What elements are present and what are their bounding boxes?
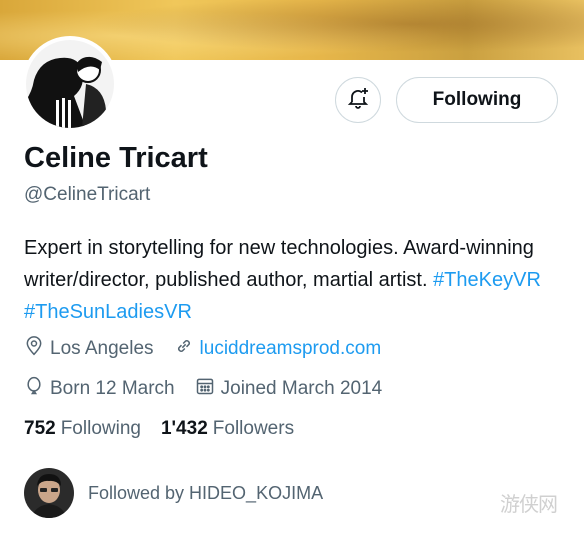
followers-count-link[interactable]: 1'432 Followers [161,418,294,440]
location-text: Los Angeles [50,338,154,359]
hashtag-link[interactable]: #TheSunLadiesVR [24,301,192,323]
profile-meta-row: Los Angeles luciddreamsprod.com [24,336,401,362]
followed-by-text: Followed by HIDEO_KOJIMA [88,482,324,503]
link-icon [174,336,200,362]
followers-count: 1'432 [160,418,208,439]
profile-avatar[interactable] [22,36,118,132]
calendar-icon [195,376,221,402]
followers-label: Followers [212,418,295,439]
hashtag-link[interactable]: #TheKeyVR [433,269,541,291]
joined-text: Joined March 2014 [220,378,383,399]
website[interactable]: luciddreamsprod.com [174,336,382,362]
following-label: Following [60,418,141,439]
website-link[interactable]: luciddreamsprod.com [200,338,382,360]
joined-date: Joined March 2014 [195,376,383,402]
following-count-link[interactable]: 752 Following [24,418,141,440]
profile-dates-row: Born 12 March Joined March 2014 [24,376,402,402]
bell-plus-icon [346,86,370,115]
birthday: Born 12 March [24,376,175,402]
profile-handle: @CelineTricart [24,184,151,205]
followed-by[interactable]: Followed by HIDEO_KOJIMA [24,468,323,518]
profile-name: Celine Tricart [24,142,208,174]
location: Los Angeles [24,336,154,362]
follower-avatar[interactable] [24,468,74,518]
notifications-button[interactable] [335,77,381,123]
following-count: 752 [24,418,56,439]
birthday-text: Born 12 March [50,378,175,399]
watermark: 游侠网 [500,492,558,516]
profile-bio: Expert in storytelling for new technolog… [24,232,564,328]
follow-stats: 752 Following 1'432 Followers [24,418,314,440]
balloon-icon [24,376,50,402]
following-button[interactable]: Following [396,77,558,123]
location-pin-icon [24,336,50,362]
